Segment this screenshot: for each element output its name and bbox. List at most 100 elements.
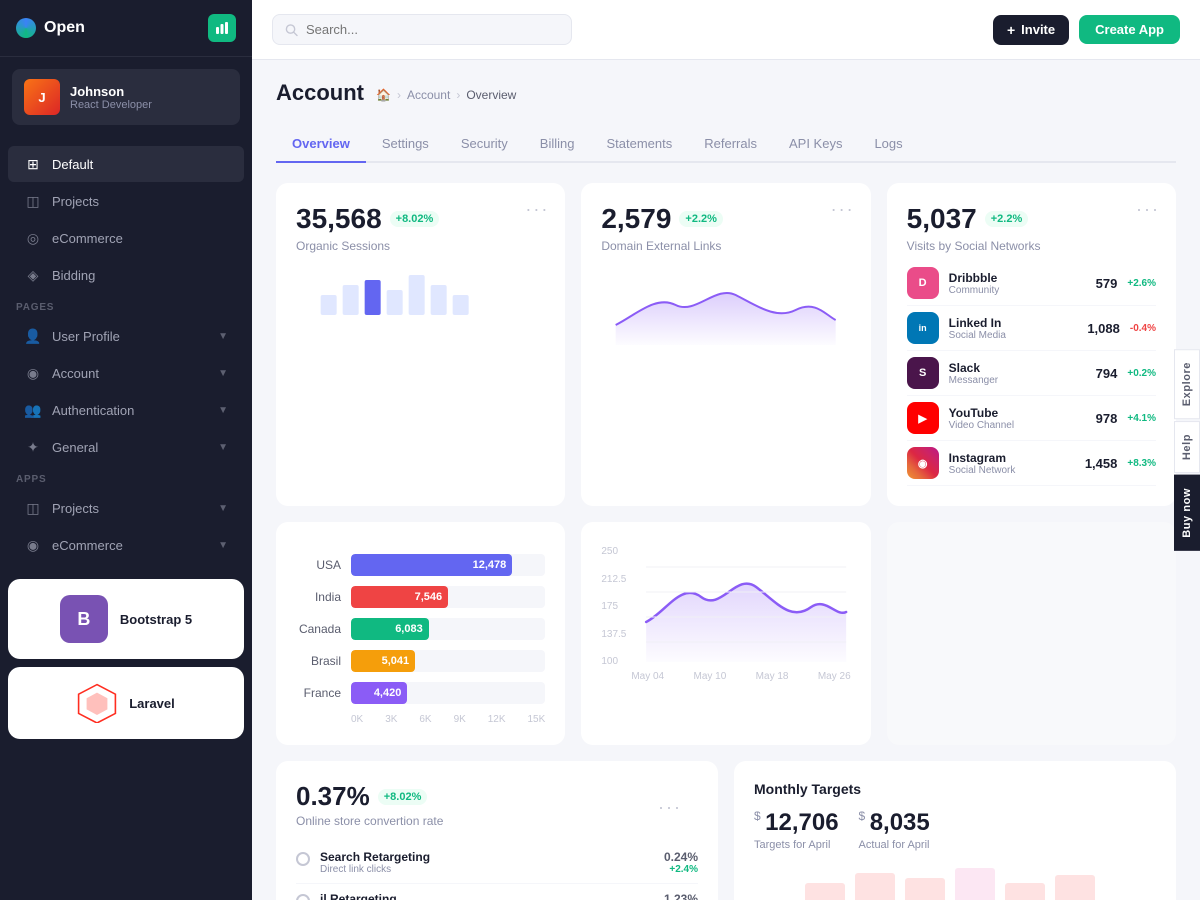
app-name: Open xyxy=(44,19,85,37)
retarget-name-0: Search Retargeting xyxy=(320,850,430,864)
invite-button[interactable]: + Invite xyxy=(993,15,1069,45)
stat-badge-organic: +8.02% xyxy=(390,211,440,227)
instagram-count: 1,458 xyxy=(1085,456,1118,471)
create-app-button[interactable]: Create App xyxy=(1079,15,1180,44)
tab-api-keys[interactable]: API Keys xyxy=(773,126,858,163)
breadcrumb-current: Overview xyxy=(466,88,516,102)
sidebar-nav: ⊞ Default ◫ Projects ◎ eCommerce ◈ Biddi… xyxy=(0,137,252,900)
sidebar: Open J Johnson React Developer ⊞ Default… xyxy=(0,0,252,900)
bootstrap-brand: B Bootstrap 5 xyxy=(60,595,192,643)
instagram-badge: +8.3% xyxy=(1127,458,1156,469)
nav-label-account: Account xyxy=(52,366,208,381)
sidebar-item-authentication[interactable]: 👥 Authentication ▼ xyxy=(8,392,244,428)
axis-9k: 9K xyxy=(454,714,466,725)
bar-track-france: 4,420 xyxy=(351,682,545,704)
bar-fill-canada: 6,083 xyxy=(351,618,429,640)
youtube-count: 978 xyxy=(1096,411,1118,426)
stat-more-button[interactable]: ··· xyxy=(525,199,549,220)
grid-icon: ⊞ xyxy=(24,155,42,173)
tab-billing[interactable]: Billing xyxy=(524,126,591,163)
sidebar-item-ecommerce[interactable]: ◎ eCommerce xyxy=(8,220,244,256)
target-item-1: $ 8,035 Actual for April xyxy=(859,809,930,851)
breadcrumb-sep: › xyxy=(397,88,401,102)
organic-chart xyxy=(296,265,545,315)
help-button[interactable]: Help xyxy=(1174,421,1200,473)
retarget-pct-val-2: 1.23% xyxy=(664,892,698,900)
explore-button[interactable]: Explore xyxy=(1174,349,1200,419)
bar-track-canada: 6,083 xyxy=(351,618,545,640)
linkedin-badge: -0.4% xyxy=(1130,323,1156,334)
retarget-check-2 xyxy=(296,894,310,900)
home-icon[interactable]: 🏠 xyxy=(376,88,391,102)
sidebar-item-default[interactable]: ⊞ Default xyxy=(8,146,244,182)
tab-security[interactable]: Security xyxy=(445,126,524,163)
domain-chart xyxy=(601,265,850,345)
sidebar-chart-button[interactable] xyxy=(208,14,236,42)
bar-track-usa: 12,478 xyxy=(351,554,545,576)
stat-badge-social: +2.2% xyxy=(985,211,1029,227)
bar-val-brasil: 5,041 xyxy=(382,655,410,667)
social-row-slack: S Slack Messanger 794 +0.2% xyxy=(907,351,1156,396)
stat-label-organic: Organic Sessions xyxy=(296,239,545,253)
main-content: + Invite Create App Account 🏠 › Account … xyxy=(252,0,1200,900)
retarget-name-2: il Retargeting xyxy=(320,892,397,900)
retarget-list: Search Retargeting Direct link clicks 0.… xyxy=(296,842,698,900)
bar-track-brasil: 5,041 xyxy=(351,650,545,672)
tab-statements[interactable]: Statements xyxy=(590,126,688,163)
bar-row-usa: USA 12,478 xyxy=(296,554,545,576)
bidding-icon: ◈ xyxy=(24,266,42,284)
instagram-icon: ◉ xyxy=(907,447,939,479)
conv-value: 0.37% +8.02% xyxy=(296,781,698,812)
pages-section-label: PAGES xyxy=(0,294,252,317)
sidebar-item-account[interactable]: ◉ Account ▼ xyxy=(8,355,244,391)
projects-icon: ◫ xyxy=(24,192,42,210)
stat-badge-domain: +2.2% xyxy=(679,211,723,227)
breadcrumb: 🏠 › Account › Overview xyxy=(376,88,516,102)
invite-label: Invite xyxy=(1021,22,1055,37)
general-icon: ✦ xyxy=(24,438,42,456)
chevron-down-icon: ▼ xyxy=(218,368,228,379)
slack-type: Messanger xyxy=(949,375,1086,386)
buy-now-button[interactable]: Buy now xyxy=(1174,475,1200,551)
youtube-badge: +4.1% xyxy=(1127,413,1156,424)
stat-more-button-3[interactable]: ··· xyxy=(1136,199,1160,220)
create-app-label: Create App xyxy=(1095,22,1164,37)
user-name: Johnson xyxy=(70,84,152,99)
bar-fill-usa: 12,478 xyxy=(351,554,512,576)
tab-overview[interactable]: Overview xyxy=(276,126,366,163)
monthly-targets-title: Monthly Targets xyxy=(754,781,1156,797)
bar-axis: 0K 3K 6K 9K 12K 15K xyxy=(296,714,545,725)
page-header: Account 🏠 › Account › Overview xyxy=(276,80,1176,110)
stat-more-button-2[interactable]: ··· xyxy=(831,199,855,220)
sidebar-item-projects-app[interactable]: ◫ Projects ▼ xyxy=(8,490,244,526)
bar-fill-india: 7,546 xyxy=(351,586,448,608)
tab-logs[interactable]: Logs xyxy=(858,126,918,163)
slack-name: Slack xyxy=(949,361,1086,375)
slack-count: 794 xyxy=(1096,366,1118,381)
breadcrumb-account[interactable]: Account xyxy=(407,88,450,102)
monthly-targets-card: Monthly Targets $ 12,706 Targets for Apr… xyxy=(734,761,1176,900)
slack-icon: S xyxy=(907,357,939,389)
sidebar-item-user-profile[interactable]: 👤 User Profile ▼ xyxy=(8,318,244,354)
auth-icon: 👥 xyxy=(24,401,42,419)
tab-settings[interactable]: Settings xyxy=(366,126,445,163)
sidebar-item-ecommerce-app[interactable]: ◉ eCommerce ▼ xyxy=(8,527,244,563)
sidebar-item-bidding[interactable]: ◈ Bidding xyxy=(8,257,244,293)
dribbble-badge: +2.6% xyxy=(1127,278,1156,289)
conv-more-button[interactable]: ··· xyxy=(658,797,682,818)
search-box[interactable] xyxy=(272,14,572,45)
bar-fill-france: 4,420 xyxy=(351,682,407,704)
sidebar-item-projects[interactable]: ◫ Projects xyxy=(8,183,244,219)
nav-label-ecommerce: eCommerce xyxy=(52,231,228,246)
instagram-type: Social Network xyxy=(949,465,1075,476)
apps-section-label: APPS xyxy=(0,466,252,489)
user-card[interactable]: J Johnson React Developer xyxy=(12,69,240,125)
line-chart-card: 250 212.5 175 137.5 100 xyxy=(581,522,870,745)
tab-referrals[interactable]: Referrals xyxy=(688,126,773,163)
search-input[interactable] xyxy=(306,22,559,37)
nav-label-projects-app: Projects xyxy=(52,501,208,516)
sidebar-item-general[interactable]: ✦ General ▼ xyxy=(8,429,244,465)
user-profile-icon: 👤 xyxy=(24,327,42,345)
bar-val-usa: 12,478 xyxy=(473,559,507,571)
linkedin-name: Linked In xyxy=(949,316,1078,330)
